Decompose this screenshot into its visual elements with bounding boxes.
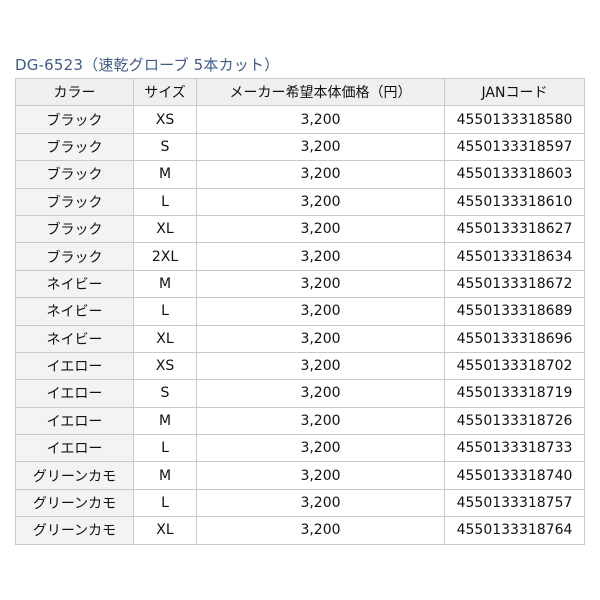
cell-size: M [133, 406, 197, 436]
table-row: ブラック L 3,200 4550133318610 [15, 187, 585, 216]
cell-size: XS [133, 105, 197, 134]
cell-color: ブラック [15, 160, 134, 189]
cell-color: ブラック [15, 105, 134, 134]
cell-size: L [133, 488, 197, 518]
cell-color: イエロー [15, 351, 134, 381]
cell-jan-code: 4550133318634 [444, 242, 585, 271]
table-row: ブラック 2XL 3,200 4550133318634 [15, 242, 585, 271]
cell-size: 2XL [133, 242, 197, 271]
cell-price: 3,200 [196, 434, 445, 463]
cell-size: L [133, 434, 197, 463]
table-row: イエロー S 3,200 4550133318719 [15, 379, 585, 408]
cell-size: L [133, 187, 197, 216]
cell-price: 3,200 [196, 406, 445, 436]
cell-price: 3,200 [196, 242, 445, 271]
cell-size: XS [133, 351, 197, 381]
cell-jan-code: 4550133318597 [444, 132, 585, 162]
header-size: サイズ [133, 77, 197, 107]
cell-jan-code: 4550133318757 [444, 488, 585, 518]
cell-color: ネイビー [15, 269, 134, 299]
cell-size: M [133, 269, 197, 299]
cell-jan-code: 4550133318689 [444, 297, 585, 326]
cell-size: XL [133, 324, 197, 353]
cell-size: S [133, 379, 197, 408]
cell-color: ネイビー [15, 297, 134, 326]
table-row: ネイビー XL 3,200 4550133318696 [15, 324, 585, 353]
table-row: ブラック XS 3,200 4550133318580 [15, 105, 585, 134]
header-color: カラー [15, 77, 134, 107]
cell-jan-code: 4550133318610 [444, 187, 585, 216]
cell-price: 3,200 [196, 516, 445, 545]
cell-jan-code: 4550133318580 [444, 105, 585, 134]
cell-size: XL [133, 516, 197, 545]
cell-jan-code: 4550133318627 [444, 214, 585, 244]
cell-price: 3,200 [196, 187, 445, 216]
cell-size: XL [133, 214, 197, 244]
header-jan-code: JANコード [444, 77, 585, 107]
cell-size: M [133, 160, 197, 189]
cell-price: 3,200 [196, 297, 445, 326]
header-row: カラー サイズ メーカー希望本体価格（円） JANコード [15, 77, 585, 107]
cell-color: ネイビー [15, 324, 134, 353]
cell-jan-code: 4550133318603 [444, 160, 585, 189]
cell-jan-code: 4550133318726 [444, 406, 585, 436]
cell-jan-code: 4550133318702 [444, 351, 585, 381]
cell-color: ブラック [15, 214, 134, 244]
cell-jan-code: 4550133318719 [444, 379, 585, 408]
cell-price: 3,200 [196, 488, 445, 518]
table-row: グリーンカモ XL 3,200 4550133318764 [15, 516, 585, 545]
cell-jan-code: 4550133318740 [444, 461, 585, 490]
cell-price: 3,200 [196, 132, 445, 162]
table-header: カラー サイズ メーカー希望本体価格（円） JANコード [15, 77, 585, 107]
cell-jan-code: 4550133318696 [444, 324, 585, 353]
cell-color: グリーンカモ [15, 461, 134, 490]
cell-color: グリーンカモ [15, 488, 134, 518]
cell-size: L [133, 297, 197, 326]
cell-jan-code: 4550133318672 [444, 269, 585, 299]
cell-color: イエロー [15, 379, 134, 408]
table-row: グリーンカモ M 3,200 4550133318740 [15, 461, 585, 490]
table-row: ブラック M 3,200 4550133318603 [15, 160, 585, 189]
cell-price: 3,200 [196, 105, 445, 134]
cell-price: 3,200 [196, 214, 445, 244]
table-row: ブラック XL 3,200 4550133318627 [15, 214, 585, 244]
table-row: ネイビー L 3,200 4550133318689 [15, 297, 585, 326]
cell-price: 3,200 [196, 379, 445, 408]
cell-color: イエロー [15, 406, 134, 436]
cell-size: S [133, 132, 197, 162]
product-title: DG-6523（速乾グローブ 5本カット） [15, 56, 280, 74]
cell-color: ブラック [15, 132, 134, 162]
table-row: イエロー XS 3,200 4550133318702 [15, 351, 585, 381]
cell-price: 3,200 [196, 461, 445, 490]
cell-price: 3,200 [196, 324, 445, 353]
cell-jan-code: 4550133318733 [444, 434, 585, 463]
cell-price: 3,200 [196, 160, 445, 189]
table-row: イエロー L 3,200 4550133318733 [15, 434, 585, 463]
header-price: メーカー希望本体価格（円） [196, 77, 445, 107]
table-row: イエロー M 3,200 4550133318726 [15, 406, 585, 436]
cell-price: 3,200 [196, 351, 445, 381]
table-row: ネイビー M 3,200 4550133318672 [15, 269, 585, 299]
cell-size: M [133, 461, 197, 490]
spec-table: カラー サイズ メーカー希望本体価格（円） JANコード ブラック XS 3,200… [15, 77, 585, 545]
table-body: ブラック XS 3,200 4550133318580 ブラック S 3,200 455013… [15, 105, 585, 545]
cell-color: イエロー [15, 434, 134, 463]
cell-color: ブラック [15, 187, 134, 216]
table-row: グリーンカモ L 3,200 4550133318757 [15, 488, 585, 518]
cell-color: グリーンカモ [15, 516, 134, 545]
cell-price: 3,200 [196, 269, 445, 299]
cell-color: ブラック [15, 242, 134, 271]
table-row: ブラック S 3,200 4550133318597 [15, 132, 585, 162]
cell-jan-code: 4550133318764 [444, 516, 585, 545]
